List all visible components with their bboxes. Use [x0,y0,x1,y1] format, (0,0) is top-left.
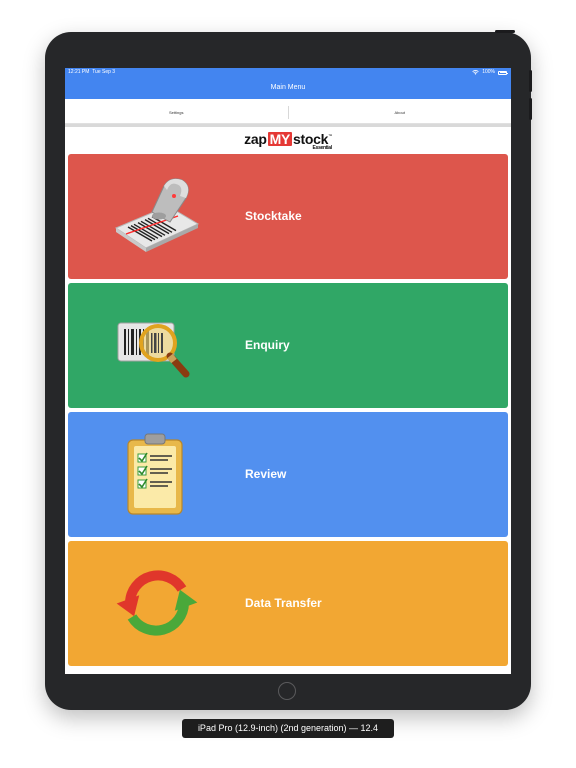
home-button[interactable] [278,682,296,700]
content-area: zap MY stock ™ Essential Stocktake Enqui… [65,124,511,674]
barcode-magnifier-icon [117,322,190,378]
clipboard-checklist-icon [127,433,183,515]
status-time-value: 12:21 PM [68,69,90,75]
status-right: 100% [472,68,508,77]
sync-arrows-icon [116,570,198,636]
tile-label: Stocktake [245,209,302,223]
status-bar: 12:21 PM Tue Sep 3 100% [65,68,511,77]
power-button [495,30,515,33]
device-screen: 12:21 PM Tue Sep 3 100% Main Menu Settin… [65,68,511,674]
barcode-scanner-icon [114,178,200,252]
wifi-icon [472,70,479,75]
logo-wordmark: zap MY stock ™ Essential [244,131,332,151]
status-time: 12:21 PM Tue Sep 3 [68,68,115,77]
tab-settings[interactable]: Settings [65,106,288,119]
volume-up-button [529,70,532,92]
data-transfer-tile[interactable]: Data Transfer [68,541,508,666]
nav-title: Main Menu [270,84,306,91]
tab-about[interactable]: About [289,106,512,119]
logo-zap-text: zap [244,131,267,147]
review-tile[interactable]: Review [68,412,508,537]
status-date: Tue Sep 3 [92,69,116,75]
volume-down-button [529,98,532,120]
stocktake-tile[interactable]: Stocktake [68,154,508,279]
tile-label: Enquiry [245,338,290,352]
tile-label: Review [245,467,287,481]
app-logo: zap MY stock ™ Essential [65,127,511,155]
nav-bar: Main Menu [65,77,511,99]
enquiry-tile[interactable]: Enquiry [68,283,508,408]
logo-subtitle: Essential [312,145,333,151]
logo-trademark: ™ [328,132,332,138]
logo-my-text: MY [267,131,293,147]
battery-percent: 100% [482,69,495,75]
device-caption: iPad Pro (12.9-inch) (2nd generation) — … [182,719,394,738]
tile-label: Data Transfer [245,596,322,610]
battery-icon [498,70,508,75]
segmented-control: Settings About [65,99,511,124]
